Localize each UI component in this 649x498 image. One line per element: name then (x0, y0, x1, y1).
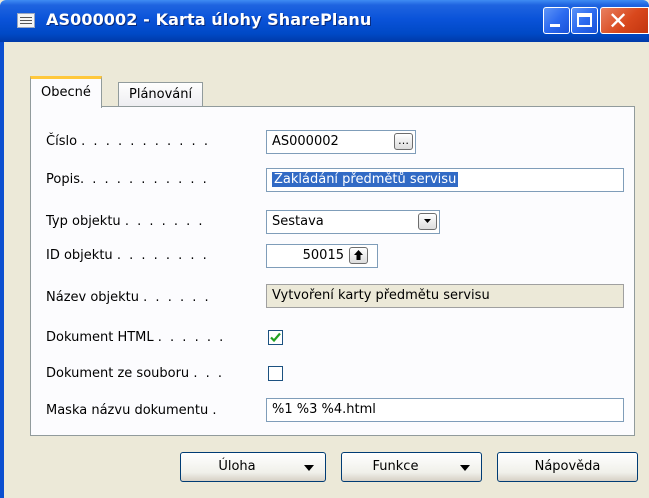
minimize-icon (550, 24, 560, 27)
maximize-icon (577, 13, 592, 27)
selected-text: Zakládání předmětů servisu (272, 172, 459, 187)
napoveda-label: Nápověda (534, 459, 601, 474)
popis-label: Popis. . . . . . . . . . . (46, 172, 209, 187)
chevron-down-icon (460, 465, 470, 471)
napoveda-button[interactable]: Nápověda (497, 452, 638, 482)
maska-field[interactable]: %1 %3 %4.html (266, 398, 624, 422)
drilldown-button[interactable] (349, 247, 368, 264)
ellipsis-icon: … (398, 134, 409, 147)
typ-objektu-label: Typ objektu . . . . . . . (46, 214, 205, 229)
popis-field[interactable]: Zakládání předmětů servisu (266, 168, 624, 192)
tab-label: Plánování (129, 87, 193, 102)
title-bar[interactable]: AS000002 - Karta úlohy SharePlanu ✕ (0, 0, 649, 42)
arrow-up-icon (354, 250, 363, 260)
window-title: AS000002 - Karta úlohy SharePlanu (46, 10, 372, 29)
checkmark-icon (270, 332, 281, 343)
tab-planovani[interactable]: Plánování (118, 82, 204, 108)
minimize-button[interactable] (543, 7, 570, 34)
tab-obecne[interactable]: Obecné (30, 76, 102, 108)
uloha-button[interactable]: Úloha (180, 452, 326, 482)
close-icon: ✕ (608, 7, 629, 35)
dokument-ze-souboru-checkbox[interactable] (268, 366, 283, 381)
dokument-ze-souboru-label: Dokument ze souboru . . . (46, 366, 224, 381)
funkce-label: Funkce (372, 459, 419, 474)
chevron-down-icon (424, 219, 431, 223)
typ-objektu-select[interactable]: Sestava (266, 210, 440, 234)
lookup-button[interactable]: … (394, 133, 413, 150)
dropdown-button[interactable] (418, 213, 437, 230)
dokument-html-label: Dokument HTML . . . . . . (46, 330, 226, 345)
tab-panel (30, 106, 635, 436)
card-icon[interactable] (17, 13, 35, 28)
nazev-objektu-label: Název objektu . . . . . . (46, 290, 211, 305)
close-button[interactable]: ✕ (600, 7, 649, 34)
uloha-label: Úloha (218, 459, 256, 474)
id-objektu-label: ID objektu . . . . . . . . (46, 248, 209, 263)
window-frame (0, 42, 4, 498)
cislo-label: Číslo . . . . . . . . . . . (46, 134, 210, 149)
tab-label: Obecné (41, 85, 91, 100)
maximize-button[interactable] (571, 7, 598, 34)
funkce-button[interactable]: Funkce (341, 452, 482, 482)
maska-label: Maska názvu dokumentu . (46, 403, 219, 418)
dokument-html-checkbox[interactable] (268, 330, 283, 345)
nazev-objektu-field: Vytvoření karty předmětu servisu (266, 284, 624, 308)
chevron-down-icon (304, 465, 314, 471)
